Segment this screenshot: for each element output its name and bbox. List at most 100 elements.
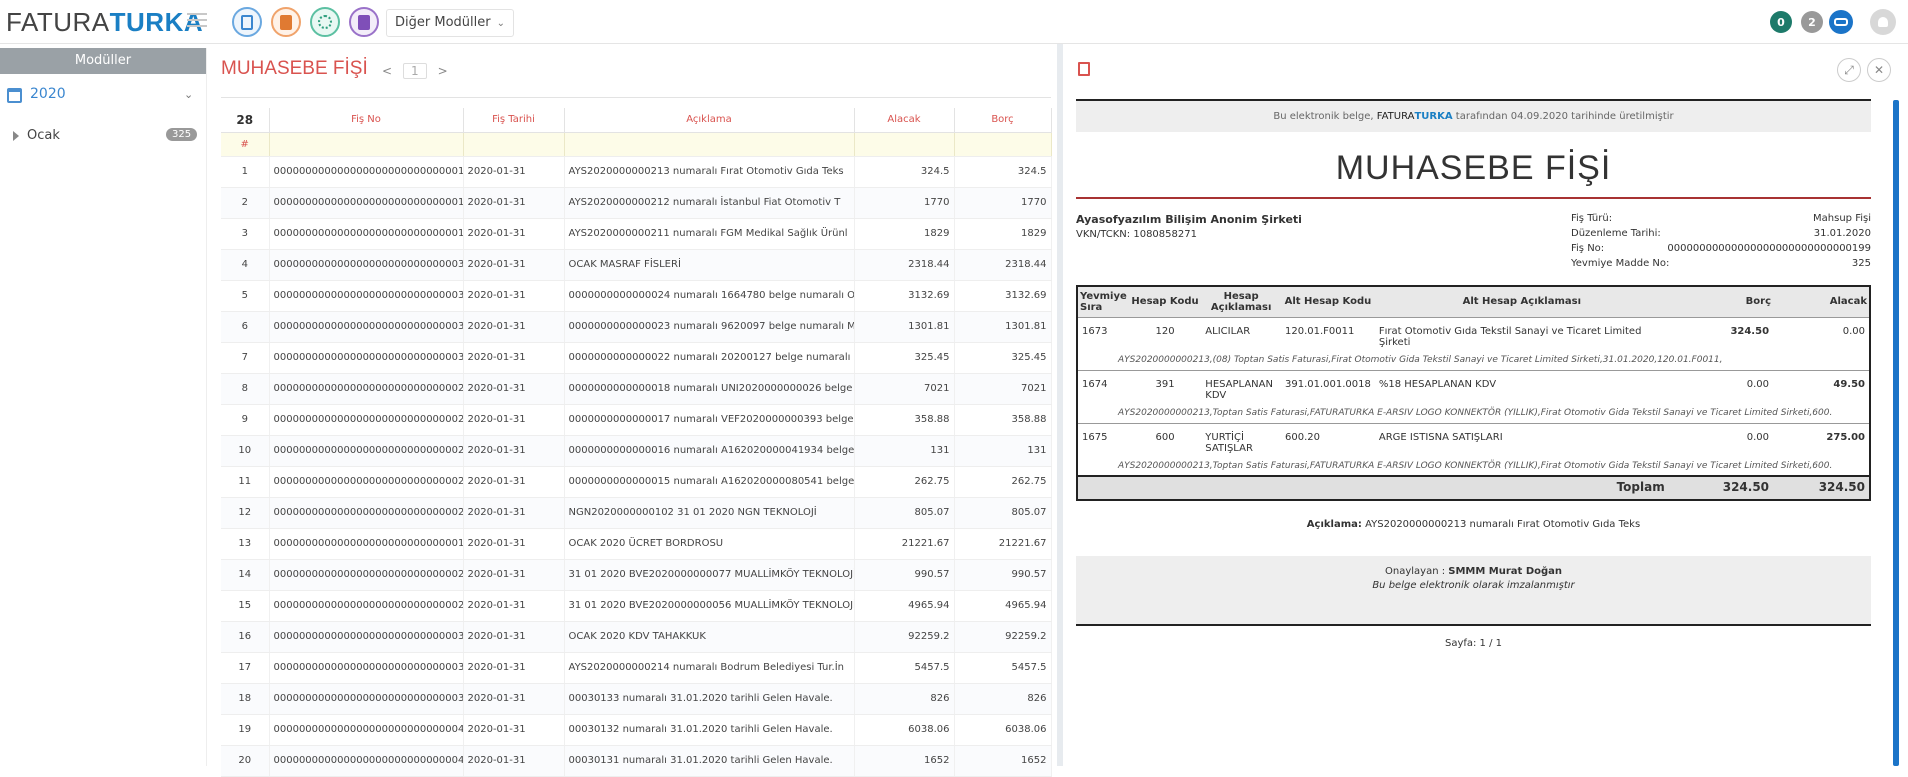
- ledger-header-hesap-kodu: Hesap Kodu: [1128, 286, 1202, 318]
- filter-fis-tarihi[interactable]: [463, 132, 565, 157]
- filter-fis-no[interactable]: [269, 132, 464, 157]
- table-row[interactable]: 19 00000000000000000000000000000450 2020-0…: [221, 714, 1052, 746]
- fis-tarihi-cell: 2020-01-31: [463, 187, 565, 219]
- table-row[interactable]: 14 00000000000000000000000000000287 2020-0…: [221, 559, 1052, 591]
- teamviewer-icon[interactable]: [1829, 10, 1853, 34]
- approver-name: SMMM Murat Doğan: [1448, 566, 1563, 577]
- document-module-button[interactable]: [232, 7, 262, 37]
- table-row[interactable]: 16 00000000000000000000000000000367 2020-0…: [221, 621, 1052, 653]
- approver-label: Onaylayan :: [1384, 566, 1449, 577]
- alacak-cell: 7021: [854, 373, 955, 405]
- table-row[interactable]: 8 00000000000000000000000000000293 2020-01…: [221, 373, 1052, 405]
- ledger-cell-kod: 391: [1128, 369, 1202, 405]
- generated-brand-a: FATURA: [1376, 111, 1415, 122]
- count-badge: 325: [166, 128, 198, 141]
- alacak-cell: 325.45: [854, 342, 955, 374]
- other-modules-dropdown[interactable]: Diğer Modüller ⌄: [386, 9, 514, 37]
- notification-badge-green[interactable]: 0: [1770, 11, 1792, 33]
- table-row[interactable]: 5 00000000000000000000000000000311 2020-01…: [221, 280, 1052, 312]
- fis-no-cell: 00000000000000000000000000000291: [269, 435, 464, 467]
- ledger-header-alacak: Alacak: [1773, 286, 1870, 318]
- file-module-button[interactable]: [271, 7, 301, 37]
- sidebar-item-ocak[interactable]: Ocak 325: [0, 126, 207, 148]
- table-row[interactable]: 9 00000000000000000000000000000292 2020-01…: [221, 404, 1052, 436]
- column-header-borc[interactable]: Borç: [954, 108, 1052, 133]
- scrollbar[interactable]: [1893, 100, 1899, 766]
- hamburger-menu-icon[interactable]: [187, 13, 207, 29]
- borc-cell: 2318.44: [954, 249, 1052, 281]
- expand-arrow-icon[interactable]: [13, 131, 19, 141]
- aciklama-cell: AYS2020000000213 numaralı Fırat Otomotiv…: [564, 156, 855, 188]
- ledger-cell-alt-kod: 391.01.001.0018: [1280, 369, 1375, 405]
- close-icon[interactable]: ✕: [1867, 58, 1891, 82]
- notification-badge-gray[interactable]: 2: [1801, 11, 1823, 33]
- table-row[interactable]: 10 00000000000000000000000000000291 2020-0…: [221, 435, 1052, 467]
- ledger-cell-borc: 324.50: [1668, 316, 1774, 352]
- row-count: 28: [221, 108, 270, 133]
- column-header-fis-tarihi[interactable]: Fiş Tarihi: [463, 108, 565, 133]
- filter-borc[interactable]: [954, 132, 1052, 157]
- fis-tarihi-cell: 2020-01-31: [463, 590, 565, 622]
- table-row[interactable]: 20 00000000000000000000000000000449 2020-0…: [221, 745, 1052, 777]
- table-row[interactable]: 17 00000000000000000000000000000313 2020-0…: [221, 652, 1052, 684]
- network-module-button[interactable]: [310, 7, 340, 37]
- alacak-cell: 262.75: [854, 466, 955, 498]
- fis-no-cell: 00000000000000000000000000000305: [269, 249, 464, 281]
- column-header-fis-no[interactable]: Fiş No: [269, 108, 464, 133]
- ledger-cell-alacak: 49.50: [1773, 369, 1870, 405]
- tax-id: VKN/TCKN: 1080858271: [1076, 229, 1197, 240]
- year-selector[interactable]: 2020 ⌄: [0, 84, 207, 108]
- row-index: 8: [221, 373, 270, 405]
- aciklama-cell: 00030131 numaralı 31.01.2020 tarihli Gel…: [564, 745, 855, 777]
- table-row[interactable]: 12 00000000000000000000000000000297 2020-0…: [221, 497, 1052, 529]
- alacak-cell: 826: [854, 683, 955, 715]
- ledger-cell-aciklama: YURTİÇİ SATIŞLAR: [1201, 422, 1281, 458]
- table-row[interactable]: 1 00000000000000000000000000000199 2020-01…: [221, 156, 1052, 188]
- borc-cell: 805.07: [954, 497, 1052, 529]
- fis-tarihi-cell: 2020-01-31: [463, 342, 565, 374]
- filter-alacak[interactable]: [854, 132, 955, 157]
- table-row[interactable]: 2 00000000000000000000000000000198 2020-01…: [221, 187, 1052, 219]
- aciklama-cell: OCAK 2020 ÜCRET BORDROSU: [564, 528, 855, 560]
- column-header-alacak[interactable]: Alacak: [854, 108, 955, 133]
- fis-no-cell: 00000000000000000000000000000290: [269, 466, 464, 498]
- table-row[interactable]: 6 00000000000000000000000000000310 2020-01…: [221, 311, 1052, 343]
- meta-label: Yevmiye Madde No:: [1571, 258, 1670, 269]
- borc-cell: 1301.81: [954, 311, 1052, 343]
- table-row[interactable]: 15 00000000000000000000000000000286 2020-0…: [221, 590, 1052, 622]
- borc-cell: 826: [954, 683, 1052, 715]
- calendar-icon: [7, 88, 22, 103]
- table-row[interactable]: 18 00000000000000000000000000000376 2020-0…: [221, 683, 1052, 715]
- alacak-cell: 92259.2: [854, 621, 955, 653]
- aciklama-cell: 00030133 numaralı 31.01.2020 tarihli Gel…: [564, 683, 855, 715]
- alacak-cell: 1301.81: [854, 311, 955, 343]
- book-icon: [358, 14, 370, 30]
- table-row[interactable]: 11 00000000000000000000000000000290 2020-0…: [221, 466, 1052, 498]
- table-row[interactable]: 4 00000000000000000000000000000305 2020-01…: [221, 249, 1052, 281]
- book-module-button[interactable]: [349, 7, 379, 37]
- expand-icon[interactable]: ⤢: [1837, 58, 1861, 82]
- current-page-number[interactable]: 1: [402, 63, 427, 79]
- meta-value: 00000000000000000000000000000199: [1667, 243, 1871, 254]
- column-header-aciklama[interactable]: Açıklama: [564, 108, 855, 133]
- row-index: 11: [221, 466, 270, 498]
- app-logo[interactable]: FATURATURKA: [6, 7, 203, 38]
- table-row[interactable]: 3 00000000000000000000000000000197 2020-01…: [221, 218, 1052, 250]
- user-avatar[interactable]: [1870, 9, 1896, 35]
- prev-page-button[interactable]: <: [375, 64, 399, 78]
- table-row[interactable]: 7 00000000000000000000000000000309 2020-01…: [221, 342, 1052, 374]
- next-page-button[interactable]: >: [431, 64, 455, 78]
- aciklama-cell: AYS2020000000211 numaralı FGM Medikal Sa…: [564, 218, 855, 250]
- filter-aciklama[interactable]: [564, 132, 855, 157]
- borc-cell: 92259.2: [954, 621, 1052, 653]
- company-name: Ayasofyazılım Bilişim Anonim Şirketi: [1076, 213, 1302, 226]
- table-row[interactable]: 13 00000000000000000000000000000128 2020-0…: [221, 528, 1052, 560]
- ledger-header-sira: Yevmiye Sıra: [1077, 286, 1129, 318]
- alacak-cell: 2318.44: [854, 249, 955, 281]
- aciklama-cell: AYS2020000000214 numaralı Bodrum Belediy…: [564, 652, 855, 684]
- fis-tarihi-cell: 2020-01-31: [463, 311, 565, 343]
- aciklama-cell: 31 01 2020 BVE2020000000077 MUALLİMKÖY T…: [564, 559, 855, 591]
- ledger-description: AYS2020000000213,Toptan Satis Faturasi,F…: [1077, 458, 1870, 477]
- alacak-cell: 4965.94: [854, 590, 955, 622]
- fis-tarihi-cell: 2020-01-31: [463, 156, 565, 188]
